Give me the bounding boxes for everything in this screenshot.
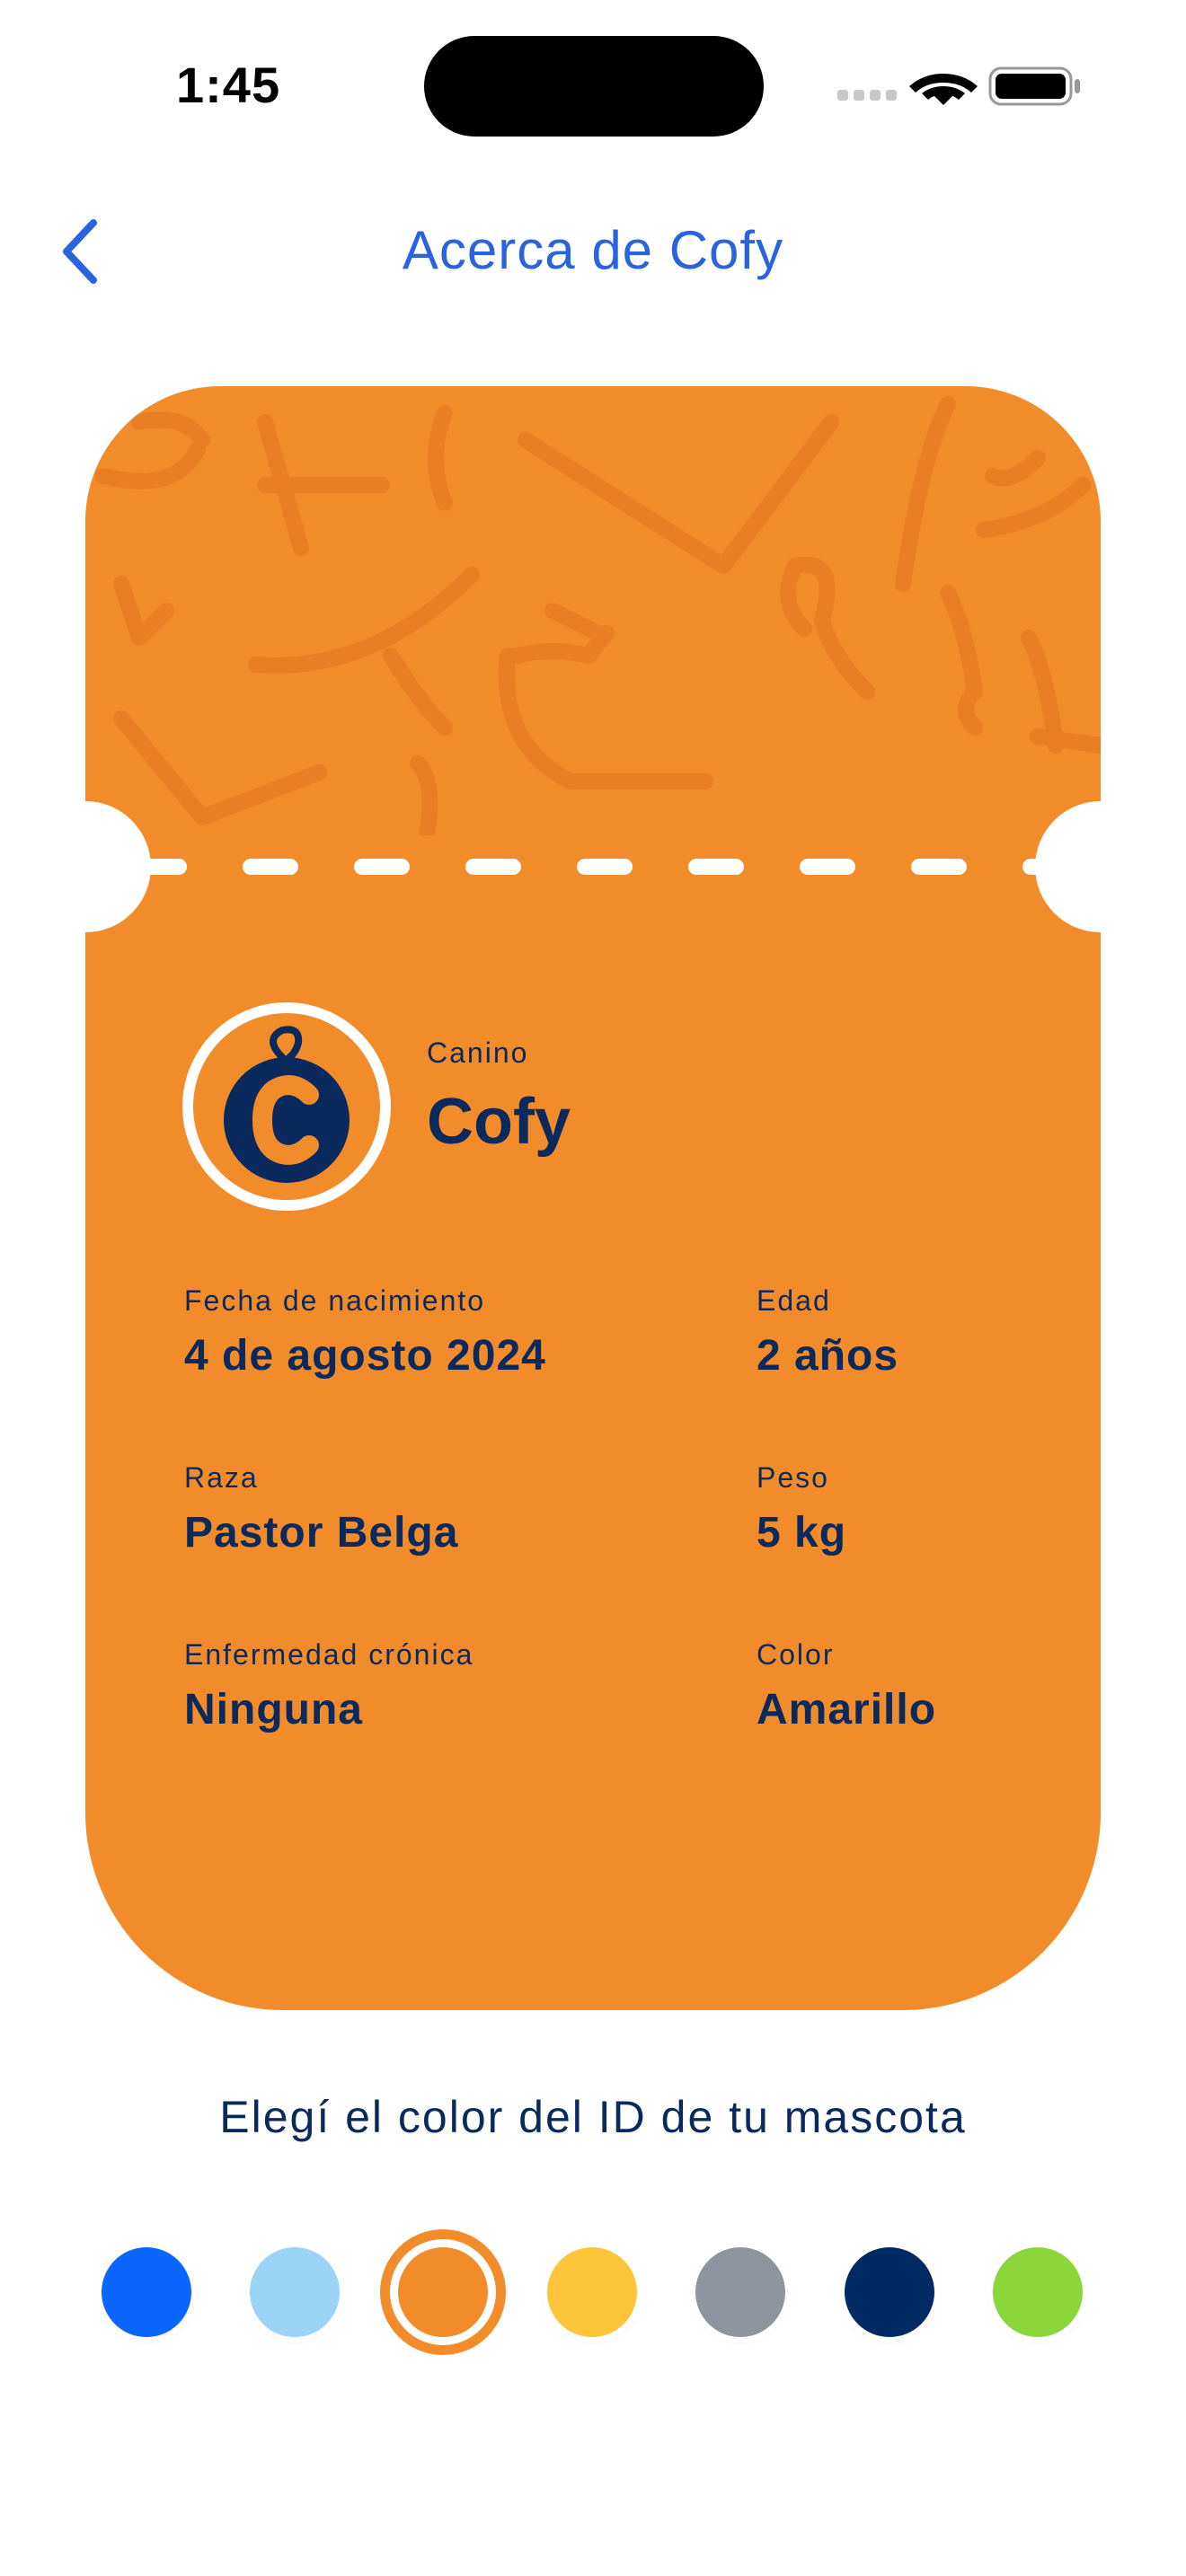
status-bar: 1:45	[0, 0, 1186, 171]
birthdate-label: Fecha de nacimiento	[184, 1284, 486, 1317]
weight-value: 5 kg	[757, 1509, 847, 1557]
breed-value: Pastor Belga	[184, 1509, 459, 1557]
weight-label: Peso	[757, 1461, 829, 1494]
breed-label: Raza	[184, 1461, 259, 1494]
color-swatch-navy[interactable]	[845, 2247, 934, 2337]
cofy-logo-icon	[224, 1026, 350, 1183]
color-swatch-blue[interactable]	[102, 2247, 191, 2337]
color-value: Amarillo	[757, 1686, 937, 1734]
cellular-signal-icon	[837, 90, 897, 101]
status-icons	[837, 66, 1080, 106]
color-picker-title: Elegí el color del ID de tu mascota	[219, 2092, 967, 2142]
dynamic-island	[424, 36, 764, 137]
navigation-bar: Acerca de Cofy	[0, 198, 1186, 305]
age-label: Edad	[757, 1284, 831, 1317]
wifi-icon	[909, 74, 978, 105]
pet-species: Canino	[427, 1037, 529, 1069]
color-swatch-green[interactable]	[993, 2247, 1083, 2337]
status-time: 1:45	[176, 57, 281, 113]
color-picker	[0, 2228, 1186, 2353]
birthdate-value: 4 de agosto 2024	[184, 1332, 546, 1380]
perforation-line	[139, 859, 1047, 875]
pet-name: Cofy	[427, 1086, 571, 1158]
battery-icon	[988, 66, 1080, 106]
color-swatch-gray[interactable]	[695, 2247, 785, 2337]
color-swatch-light-blue[interactable]	[250, 2247, 340, 2337]
chronic-disease-value: Ninguna	[184, 1686, 363, 1734]
chronic-disease-label: Enfermedad crónica	[184, 1638, 474, 1671]
color-label: Color	[757, 1638, 835, 1671]
pet-id-card: Canino Cofy Fecha de nacimiento 4 de ago…	[85, 386, 1101, 2010]
doodle-pattern	[95, 396, 1101, 835]
color-swatch-yellow[interactable]	[547, 2247, 637, 2337]
age-value: 2 años	[757, 1332, 899, 1380]
page-title: Acerca de Cofy	[402, 220, 784, 280]
pet-avatar	[182, 1002, 391, 1211]
color-swatch-orange[interactable]	[398, 2247, 488, 2337]
